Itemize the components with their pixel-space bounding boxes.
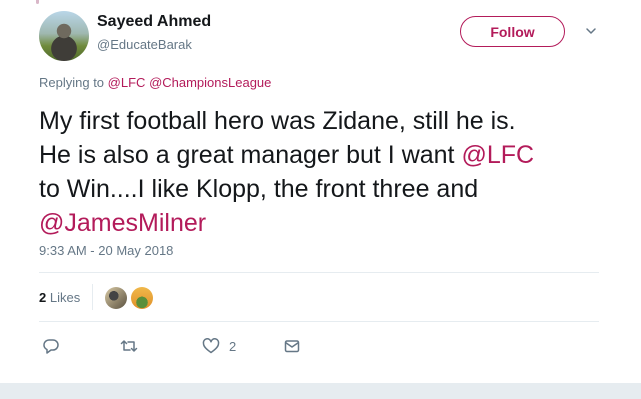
follow-button[interactable]: Follow xyxy=(460,16,565,47)
retweet-icon xyxy=(120,340,138,352)
tweet-text: My first football hero was Zidane, still… xyxy=(39,104,599,240)
top-accent-mark xyxy=(36,0,39,4)
likes-label: Likes xyxy=(49,290,81,305)
reply-button[interactable] xyxy=(42,336,60,356)
vertical-divider xyxy=(92,284,93,310)
avatar[interactable] xyxy=(39,11,89,61)
mention-link-lfc[interactable]: @LFC xyxy=(108,75,146,90)
mention-link-championsleague[interactable]: @ChampionsLeague xyxy=(149,75,271,90)
tweet-line: He is also a great manager but I want @L… xyxy=(39,138,599,172)
like-button[interactable]: 2 xyxy=(202,336,236,356)
likes-number: 2 xyxy=(39,290,47,305)
tweet-line: to Win....I like Klopp, the front three … xyxy=(39,175,479,203)
bottom-separator xyxy=(0,383,641,399)
divider xyxy=(39,321,599,322)
direct-message-button[interactable] xyxy=(283,336,301,356)
user-handle[interactable]: @EducateBarak xyxy=(97,37,192,52)
tweet-line: @JamesMilner xyxy=(39,206,599,240)
likes-count[interactable]: 2 Likes xyxy=(39,290,80,305)
tweet-line-text: He is also a great manager but I want xyxy=(39,141,462,169)
user-name[interactable]: Sayeed Ahmed xyxy=(97,13,211,31)
envelope-icon xyxy=(284,340,300,353)
tweet-timestamp[interactable]: 9:33 AM - 20 May 2018 xyxy=(39,243,173,258)
replying-to: Replying to @LFC @ChampionsLeague xyxy=(39,75,271,90)
replying-prefix: Replying to xyxy=(39,75,105,90)
tweet-line: My first football hero was Zidane, still… xyxy=(39,107,516,135)
reply-icon xyxy=(43,339,59,354)
liker-avatar[interactable] xyxy=(131,287,153,309)
divider xyxy=(39,272,599,273)
mention-link-lfc-body[interactable]: @LFC xyxy=(461,141,534,169)
chevron-down-icon[interactable] xyxy=(585,25,597,37)
heart-icon xyxy=(202,338,220,354)
mention-link-jamesmilner[interactable]: @JamesMilner xyxy=(39,209,206,237)
liker-avatar[interactable] xyxy=(105,287,127,309)
like-count: 2 xyxy=(229,338,237,354)
retweet-button[interactable] xyxy=(120,336,138,356)
